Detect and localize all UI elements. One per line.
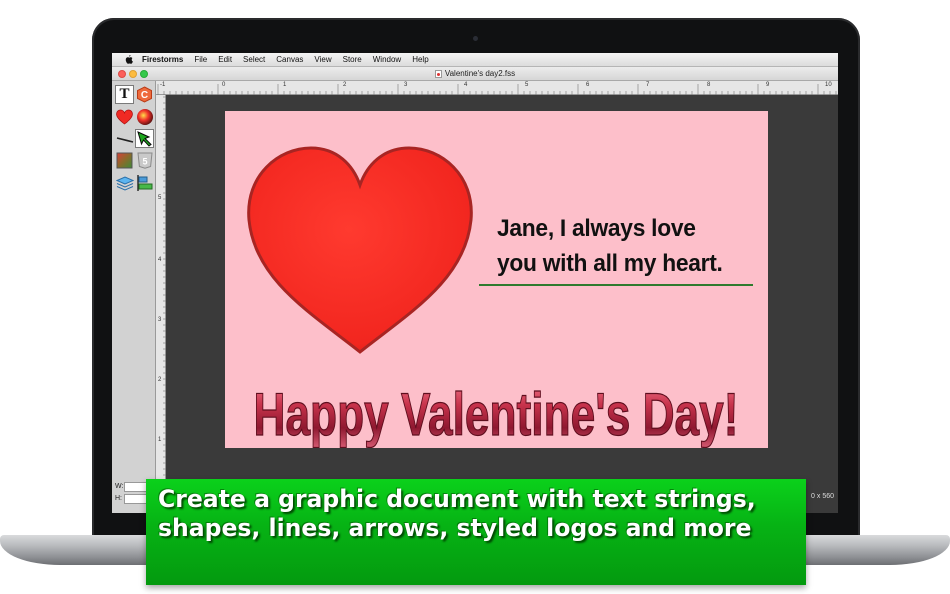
ruler-number: 2 <box>158 377 162 383</box>
menu-app-name[interactable]: Firestorms <box>142 55 183 64</box>
ruler-number: 9 <box>766 82 770 88</box>
document-title: Valentine's day2.fss <box>112 69 838 78</box>
ruler-number: 8 <box>707 82 711 88</box>
align-tool-icon <box>136 174 152 191</box>
height-label: H: <box>115 495 122 502</box>
ruler-number: 3 <box>404 82 408 88</box>
image-tool[interactable] <box>115 151 134 170</box>
document-icon <box>434 69 442 78</box>
caption-banner: Create a graphic document with text stri… <box>146 479 806 585</box>
text-tool[interactable]: T <box>115 85 134 104</box>
heart-shape-tool-icon <box>116 109 133 124</box>
ruler-number: 10 <box>825 82 832 88</box>
ruler-number: 5 <box>525 82 529 88</box>
html5-tool-icon: 5 <box>136 152 153 169</box>
menu-help[interactable]: Help <box>412 55 428 64</box>
menu-file[interactable]: File <box>194 55 207 64</box>
message-line-2: you with all my heart. <box>497 250 723 277</box>
heart-shape[interactable] <box>245 145 475 357</box>
menu-window[interactable]: Window <box>373 55 401 64</box>
line-tool-icon <box>116 136 133 143</box>
document-title-text: Valentine's day2.fss <box>444 69 516 78</box>
window-title-bar: Valentine's day2.fss <box>112 67 838 81</box>
ruler-number: -1 <box>160 82 166 88</box>
svg-text:C: C <box>141 90 148 101</box>
align-tool[interactable] <box>135 173 154 192</box>
width-label: W: <box>115 483 124 490</box>
html5-tool[interactable]: 5 <box>135 151 154 170</box>
underline-line[interactable] <box>479 284 753 286</box>
ruler-number: 6 <box>586 82 590 88</box>
color-wheel-tool-icon <box>136 108 153 125</box>
svg-text:5: 5 <box>142 157 147 167</box>
layers-tool[interactable] <box>115 173 134 192</box>
canvas-size-status: 0 x 560 <box>811 493 834 500</box>
message-text[interactable]: Jane, I always love you with all my hear… <box>497 211 748 281</box>
heart-shape-tool[interactable] <box>115 107 134 126</box>
horizontal-ruler: -1 0 1 2 3 4 5 6 7 8 9 10 <box>156 81 838 95</box>
menu-edit[interactable]: Edit <box>218 55 232 64</box>
headline-text: Happy Valentine's Day! <box>254 381 739 448</box>
screen: Firestorms File Edit Select Canvas View … <box>112 53 838 513</box>
menu-select[interactable]: Select <box>243 55 265 64</box>
ruler-number: 4 <box>464 82 468 88</box>
menu-bar: Firestorms File Edit Select Canvas View … <box>112 53 838 67</box>
camera-icon <box>473 36 478 41</box>
ruler-number: 2 <box>343 82 347 88</box>
ruler-number: 1 <box>283 82 287 88</box>
color-wheel-tool[interactable] <box>135 107 154 126</box>
headline-logo[interactable]: Happy Valentine's Day! <box>225 369 768 448</box>
logo-tool[interactable]: C <box>135 85 154 104</box>
logo-tool-icon: C <box>137 86 152 103</box>
apple-icon[interactable] <box>124 55 134 65</box>
menu-view[interactable]: View <box>314 55 331 64</box>
arrow-tool[interactable] <box>135 129 154 148</box>
message-line-1: Jane, I always love <box>497 215 696 242</box>
line-tool[interactable] <box>115 129 134 148</box>
tool-palette: T C 5 W: H: <box>112 81 156 513</box>
ruler-number: 5 <box>158 195 162 201</box>
arrow-tool-icon <box>137 131 152 147</box>
text-tool-icon: T <box>119 86 130 102</box>
ruler-number: 1 <box>158 437 162 443</box>
ruler-number: 3 <box>158 317 162 323</box>
ruler-number: 0 <box>222 82 226 88</box>
image-tool-icon <box>116 152 133 169</box>
caption-line-2: shapes, lines, arrows, styled logos and … <box>158 514 752 542</box>
vertical-ruler: 5 4 3 2 1 <box>156 95 166 513</box>
caption-line-1: Create a graphic document with text stri… <box>158 485 756 513</box>
menu-canvas[interactable]: Canvas <box>276 55 303 64</box>
document-canvas[interactable]: Jane, I always love you with all my hear… <box>225 111 768 448</box>
layers-tool-icon <box>115 175 134 191</box>
ruler-number: 7 <box>646 82 650 88</box>
menu-store[interactable]: Store <box>343 55 362 64</box>
ruler-number: 4 <box>158 257 162 263</box>
